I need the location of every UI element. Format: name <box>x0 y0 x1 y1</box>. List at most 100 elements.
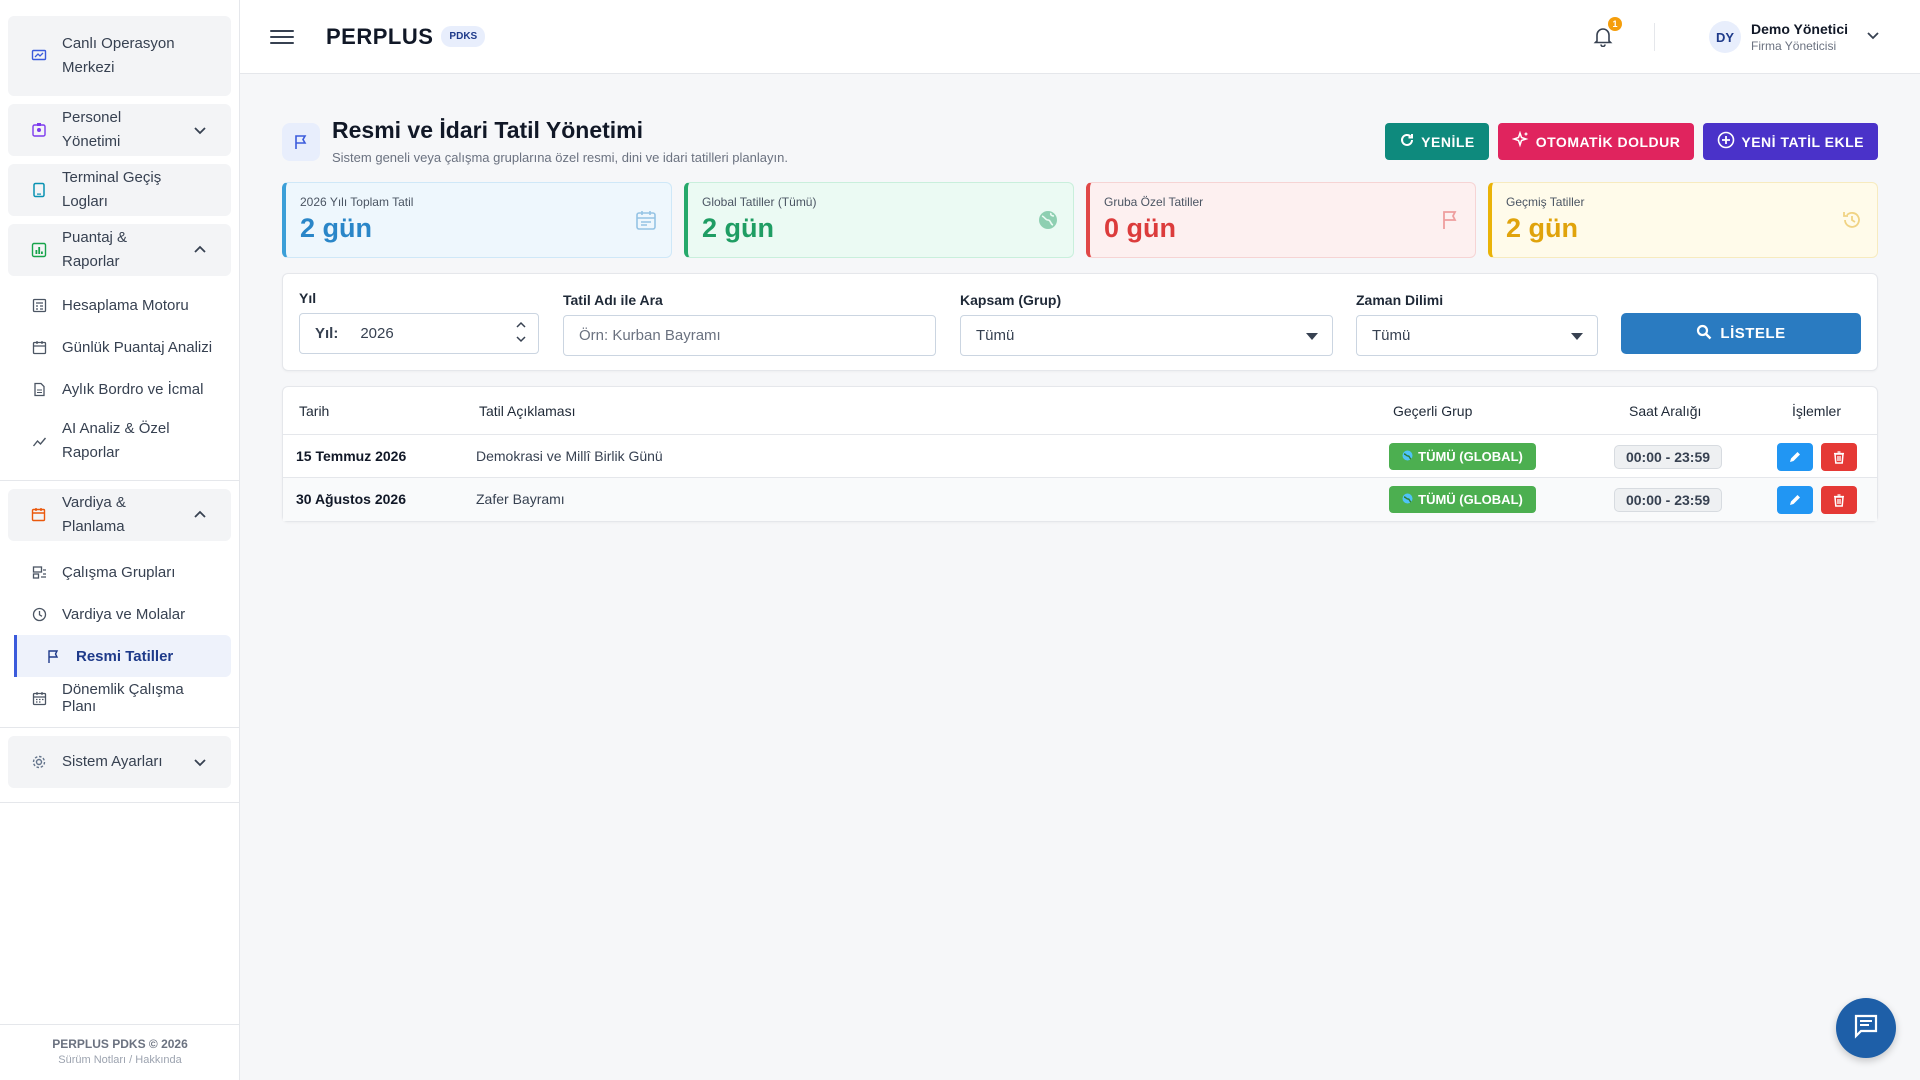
sidebar-subitem-label: AI Analiz & Özel Raporlar <box>62 420 170 461</box>
sidebar-item-label: Vardiya & Planlama <box>62 494 126 535</box>
edit-button[interactable] <box>1777 443 1813 471</box>
globe-icon <box>1402 449 1413 464</box>
tablet-icon <box>30 181 48 199</box>
sidebar-item-label: Sistem Ayarları <box>62 753 163 770</box>
edit-button[interactable] <box>1777 486 1813 514</box>
refresh-label: YENİLE <box>1421 133 1475 150</box>
sidebar-subitem-label: Aylık Bordro ve İcmal <box>62 380 204 398</box>
holidays-table: Tarih Tatil Açıklaması Geçerli Grup Saat… <box>282 386 1878 522</box>
plus-circle-icon <box>1717 131 1735 152</box>
sidebar-subitem-calc-engine[interactable]: Hesaplama Motoru <box>0 284 239 326</box>
year-stepper[interactable] <box>516 320 526 344</box>
sidebar-subitem-monthly-payroll[interactable]: Aylık Bordro ve İcmal <box>0 368 239 410</box>
scope-select[interactable]: Tümü <box>960 315 1333 356</box>
sidebar-item-vardiya[interactable]: Vardiya & Planlama <box>8 489 231 541</box>
sidebar-subitem-label: Vardiya ve Molalar <box>62 605 186 623</box>
dropdown-arrow-icon <box>1571 333 1583 340</box>
col-group[interactable]: Geçerli Grup <box>1393 403 1472 419</box>
chevron-down-icon[interactable] <box>1866 28 1880 47</box>
topbar: PERPLUS PDKS 1 DY Demo Yönetici Firma Yö… <box>240 0 1920 74</box>
flag-icon <box>44 647 62 665</box>
group-badge: TÜMÜ (GLOBAL) <box>1389 486 1536 513</box>
flag-icon <box>282 123 320 161</box>
chevron-down-icon[interactable] <box>516 334 526 344</box>
refresh-button[interactable]: YENİLE <box>1385 123 1489 160</box>
chevron-down-icon <box>191 753 209 771</box>
group-badge: TÜMÜ (GLOBAL) <box>1389 443 1536 470</box>
stat-label: Global Tatiller (Tümü) <box>702 195 817 209</box>
hamburger-menu-icon[interactable] <box>270 25 294 49</box>
year-inline-label: Yıl: <box>315 325 339 342</box>
delete-button[interactable] <box>1821 486 1857 514</box>
year-input[interactable]: Yıl: 2026 <box>299 313 539 354</box>
row-date: 30 Ağustos 2026 <box>296 491 406 507</box>
row-desc: Zafer Bayramı <box>476 491 565 507</box>
sidebar-item-system-settings[interactable]: Sistem Ayarları <box>8 736 231 788</box>
row-desc: Demokrasi ve Millî Birlik Günü <box>476 448 663 464</box>
col-desc[interactable]: Tatil Açıklaması <box>479 403 575 419</box>
sidebar-item-puantaj[interactable]: Puantaj & Raporlar <box>8 224 231 276</box>
user-name: Demo Yönetici <box>1751 21 1848 37</box>
divider <box>1654 23 1655 51</box>
sidebar-item-live-operations[interactable]: Canlı Operasyon Merkezi <box>8 16 231 96</box>
table-row[interactable]: 30 Ağustos 2026 Zafer Bayramı TÜMÜ (GLOB… <box>283 478 1877 521</box>
time-select[interactable]: Tümü <box>1356 315 1598 356</box>
scope-value: Tümü <box>976 327 1015 344</box>
dropdown-arrow-icon <box>1306 333 1318 340</box>
calculator-icon <box>30 296 48 314</box>
history-icon <box>1841 209 1863 231</box>
globe-icon <box>1402 492 1413 507</box>
year-label: Yıl <box>299 290 317 306</box>
group-badge-label: TÜMÜ (GLOBAL) <box>1418 492 1523 507</box>
time-label: Zaman Dilimi <box>1356 292 1444 308</box>
pencil-icon <box>1790 452 1800 462</box>
sidebar-subitem-label: Hesaplama Motoru <box>62 296 189 314</box>
brand-badge: PDKS <box>441 26 486 47</box>
avatar[interactable]: DY <box>1709 21 1741 53</box>
calendar-icon <box>635 209 657 231</box>
chat-button[interactable] <box>1836 998 1896 1058</box>
trash-icon <box>1834 451 1844 464</box>
autofill-button[interactable]: OTOMATİK DOLDUR <box>1497 123 1695 160</box>
stat-label: Geçmiş Tatiller <box>1506 195 1585 209</box>
sidebar-subitem-shifts-breaks[interactable]: Vardiya ve Molalar <box>0 593 239 635</box>
col-time[interactable]: Saat Aralığı <box>1629 403 1701 419</box>
table-row[interactable]: 15 Temmuz 2026 Demokrasi ve Millî Birlik… <box>283 435 1877 478</box>
notification-count-badge: 1 <box>1608 17 1622 31</box>
user-role: Firma Yöneticisi <box>1751 39 1837 53</box>
stat-card-global: Global Tatiller (Tümü) 2 gün <box>684 182 1074 258</box>
search-input[interactable]: Örn: Kurban Bayramı <box>563 315 936 356</box>
sidebar-subitem-periodic-plan[interactable]: Dönemlik Çalışma Planı <box>0 677 239 719</box>
release-notes-link[interactable]: Sürüm Notları / Hakkında <box>0 1054 240 1066</box>
filter-panel: Yıl Yıl: 2026 Tatil Adı ile Ara Örn: Kur… <box>282 273 1878 371</box>
sidebar-subitem-public-holidays[interactable]: Resmi Tatiller <box>14 635 231 677</box>
sidebar-item-personnel[interactable]: Personel Yönetimi <box>8 104 231 156</box>
clock-icon <box>30 605 48 623</box>
row-date: 15 Temmuz 2026 <box>296 448 407 464</box>
list-button[interactable]: LİSTELE <box>1621 313 1861 354</box>
chat-icon <box>1853 1013 1879 1044</box>
delete-button[interactable] <box>1821 443 1857 471</box>
sidebar-item-label: Personel Yönetimi <box>62 109 122 150</box>
chevron-up-icon <box>191 241 209 259</box>
notification-bell-icon[interactable]: 1 <box>1592 17 1622 49</box>
sidebar-item-terminal-logs[interactable]: Terminal Geçiş Logları <box>8 164 231 216</box>
add-holiday-button[interactable]: YENİ TATİL EKLE <box>1703 123 1878 160</box>
search-icon <box>1696 324 1712 344</box>
search-label: Tatil Adı ile Ara <box>563 292 663 308</box>
list-button-label: LİSTELE <box>1720 325 1786 342</box>
stat-card-total: 2026 Yılı Toplam Tatil 2 gün <box>282 182 672 258</box>
sidebar-subitem-label: Çalışma Grupları <box>62 563 176 581</box>
sidebar-subitem-daily-analysis[interactable]: Günlük Puantaj Analizi <box>0 326 239 368</box>
group-badge-label: TÜMÜ (GLOBAL) <box>1418 449 1523 464</box>
sidebar-subitem-ai-analysis[interactable]: AI Analiz & Özel Raporlar <box>0 410 239 472</box>
calendar-clock-icon <box>30 506 48 524</box>
document-icon <box>30 380 48 398</box>
stat-value: 2 gün <box>300 213 372 243</box>
globe-icon <box>1037 209 1059 231</box>
sidebar-subitem-work-groups[interactable]: Çalışma Grupları <box>0 551 239 593</box>
chevron-up-icon[interactable] <box>516 320 526 330</box>
time-value: Tümü <box>1372 327 1411 344</box>
col-date[interactable]: Tarih <box>299 403 329 419</box>
user-info[interactable]: Demo Yönetici Firma Yöneticisi <box>1751 21 1848 53</box>
